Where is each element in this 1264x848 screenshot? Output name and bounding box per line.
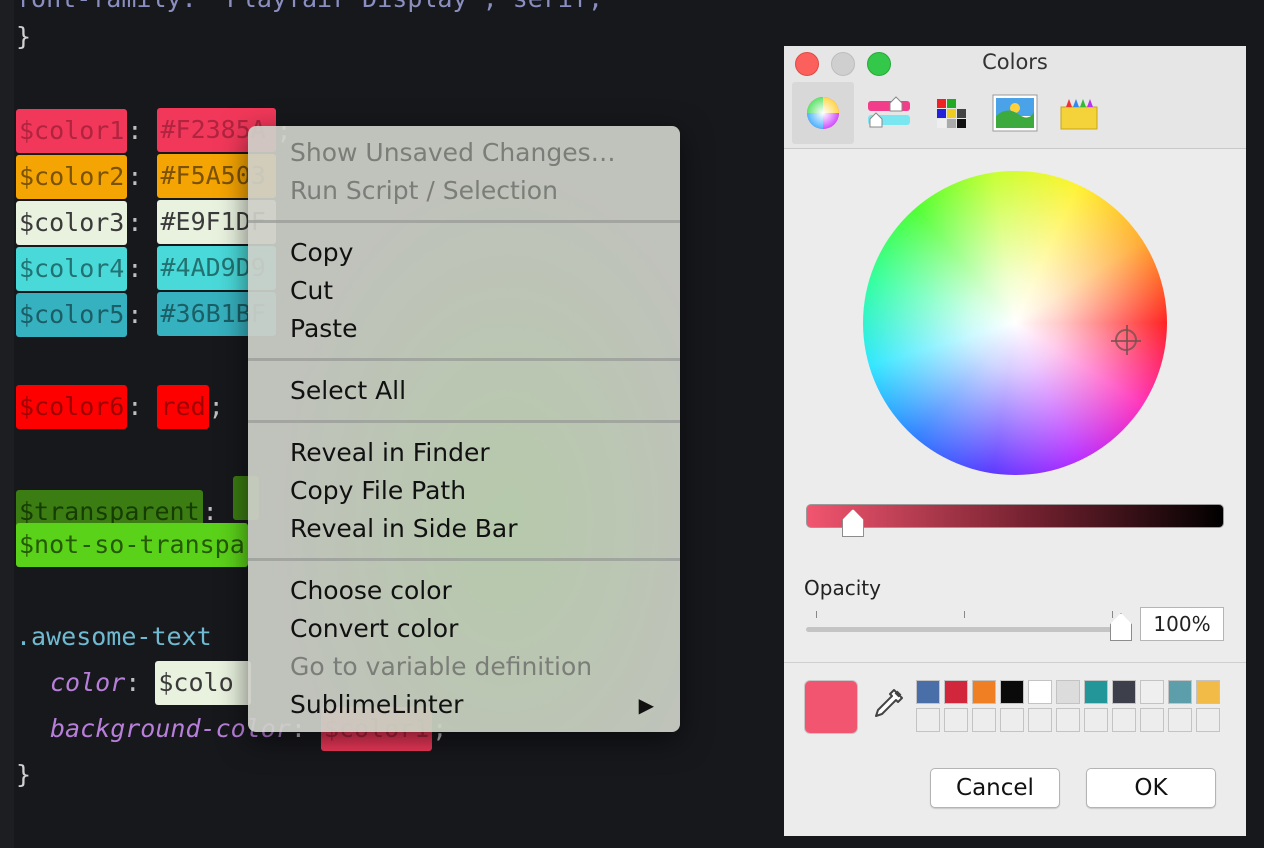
variable-token: $color1 xyxy=(16,109,128,153)
empty-swatch[interactable] xyxy=(1084,708,1108,732)
color-palettes-icon xyxy=(937,99,966,128)
code-line-color5: $color5: #36B1BF xyxy=(16,292,277,338)
tab-crayons[interactable] xyxy=(1048,82,1110,144)
opacity-slider[interactable] xyxy=(806,613,1132,641)
property-name: color xyxy=(50,668,126,697)
color-wheel-icon xyxy=(807,97,839,129)
code-line-font-family: font-family: "Playfair Display", serif; xyxy=(16,0,603,22)
color-swatch[interactable] xyxy=(1140,680,1164,704)
ok-button[interactable]: OK xyxy=(1086,768,1216,808)
code-line-transparent: $transparent: xyxy=(16,476,259,534)
opacity-label: Opacity xyxy=(804,576,881,600)
menu-separator xyxy=(248,358,680,361)
menu-item-copy-file-path[interactable]: Copy File Path xyxy=(290,472,660,510)
menu-item-convert-color[interactable]: Convert color xyxy=(290,610,660,648)
eyedropper-icon[interactable] xyxy=(872,688,904,722)
empty-swatch[interactable] xyxy=(1196,708,1220,732)
variable-token: $color3 xyxy=(16,201,128,245)
color-swatch[interactable] xyxy=(1168,680,1192,704)
color-swatch[interactable] xyxy=(1056,680,1080,704)
color-swatch[interactable] xyxy=(944,680,968,704)
color-swatch[interactable] xyxy=(916,680,940,704)
editor-gutter xyxy=(0,0,14,848)
variable-token: $color2 xyxy=(16,155,128,199)
tab-color-palettes[interactable] xyxy=(920,82,982,144)
opacity-tick xyxy=(816,611,817,618)
current-color-well[interactable] xyxy=(804,680,858,734)
menu-item-reveal-in-side-bar[interactable]: Reveal in Side Bar xyxy=(290,510,660,548)
color-swatch[interactable] xyxy=(1196,680,1220,704)
empty-swatch[interactable] xyxy=(1056,708,1080,732)
colors-panel: Colors Opacity 100% Cancel OK xyxy=(784,46,1246,836)
menu-separator xyxy=(248,220,680,223)
code-line-close-brace: } xyxy=(16,22,32,51)
menu-item-run-script[interactable]: Run Script / Selection xyxy=(290,172,660,210)
empty-swatch[interactable] xyxy=(972,708,996,732)
menu-item-copy[interactable]: Copy xyxy=(290,234,660,272)
menu-item-sublimelinter[interactable]: SublimeLinter ▶ xyxy=(290,686,660,724)
color-swatch[interactable] xyxy=(1112,680,1136,704)
code-line-not-so-transparent: $not-so-transpa xyxy=(16,522,248,568)
color-sliders-icon xyxy=(868,96,910,128)
code-line-selector: .awesome-text xyxy=(16,622,212,651)
tab-color-wheel[interactable] xyxy=(792,82,854,144)
opacity-field[interactable]: 100% xyxy=(1140,607,1224,641)
menu-item-reveal-in-finder[interactable]: Reveal in Finder xyxy=(290,434,660,472)
code-line-color-prop: color: $colo xyxy=(50,660,252,706)
color-swatch[interactable] xyxy=(1084,680,1108,704)
menu-item-select-all[interactable]: Select All xyxy=(290,372,660,410)
crayons-icon xyxy=(1060,99,1098,130)
color-wheel-cursor-icon[interactable] xyxy=(1111,325,1141,355)
empty-swatch[interactable] xyxy=(1168,708,1192,732)
code-line-color3: $color3: #E9F1DF xyxy=(16,200,277,246)
empty-swatch[interactable] xyxy=(1028,708,1052,732)
code-line-color4: $color4: #4AD9D9 xyxy=(16,246,277,292)
color-wheel[interactable] xyxy=(863,171,1167,475)
opacity-tick xyxy=(1112,611,1113,618)
color-swatch[interactable] xyxy=(1000,680,1024,704)
menu-item-label: SublimeLinter xyxy=(290,690,464,719)
variable-token: $color4 xyxy=(16,247,128,291)
code-line-color6: $color6: red; xyxy=(16,384,224,430)
variable-token: $color5 xyxy=(16,293,128,337)
panel-title: Colors xyxy=(982,50,1048,74)
empty-swatch[interactable] xyxy=(916,708,940,732)
panel-divider xyxy=(784,662,1246,663)
opacity-tick xyxy=(964,611,965,618)
menu-item-show-unsaved-changes[interactable]: Show Unsaved Changes… xyxy=(290,134,660,172)
cancel-button[interactable]: Cancel xyxy=(930,768,1060,808)
menu-item-choose-color[interactable]: Choose color xyxy=(290,572,660,610)
empty-swatch[interactable] xyxy=(1000,708,1024,732)
tab-image-palettes[interactable] xyxy=(984,82,1046,144)
menu-separator xyxy=(248,558,680,561)
empty-swatch[interactable] xyxy=(944,708,968,732)
empty-swatch[interactable] xyxy=(1112,708,1136,732)
menu-item-cut[interactable]: Cut xyxy=(290,272,660,310)
opacity-slider-knob[interactable] xyxy=(1110,613,1132,641)
brightness-slider-knob[interactable] xyxy=(841,509,864,537)
color-swatch[interactable] xyxy=(972,680,996,704)
variable-token: $color6 xyxy=(16,385,128,429)
empty-swatch[interactable] xyxy=(1140,708,1164,732)
title-bar: Colors xyxy=(784,46,1246,149)
brightness-slider[interactable] xyxy=(806,504,1224,537)
variable-token: $not-so-transpa xyxy=(16,523,248,567)
menu-item-paste[interactable]: Paste xyxy=(290,310,660,348)
code-line-color2: $color2: #F5A503 xyxy=(16,154,277,200)
value-token: red xyxy=(157,385,209,429)
context-menu: Show Unsaved Changes… Run Script / Selec… xyxy=(248,126,680,732)
color-swatch[interactable] xyxy=(1028,680,1052,704)
menu-separator xyxy=(248,420,680,423)
code-line-rule-close: } xyxy=(16,760,32,789)
image-palettes-icon xyxy=(992,94,1038,132)
menu-item-go-to-variable-definition[interactable]: Go to variable definition xyxy=(290,648,660,686)
value-token: $colo xyxy=(155,661,252,705)
tab-color-sliders[interactable] xyxy=(858,82,920,144)
submenu-arrow-icon: ▶ xyxy=(638,693,654,717)
